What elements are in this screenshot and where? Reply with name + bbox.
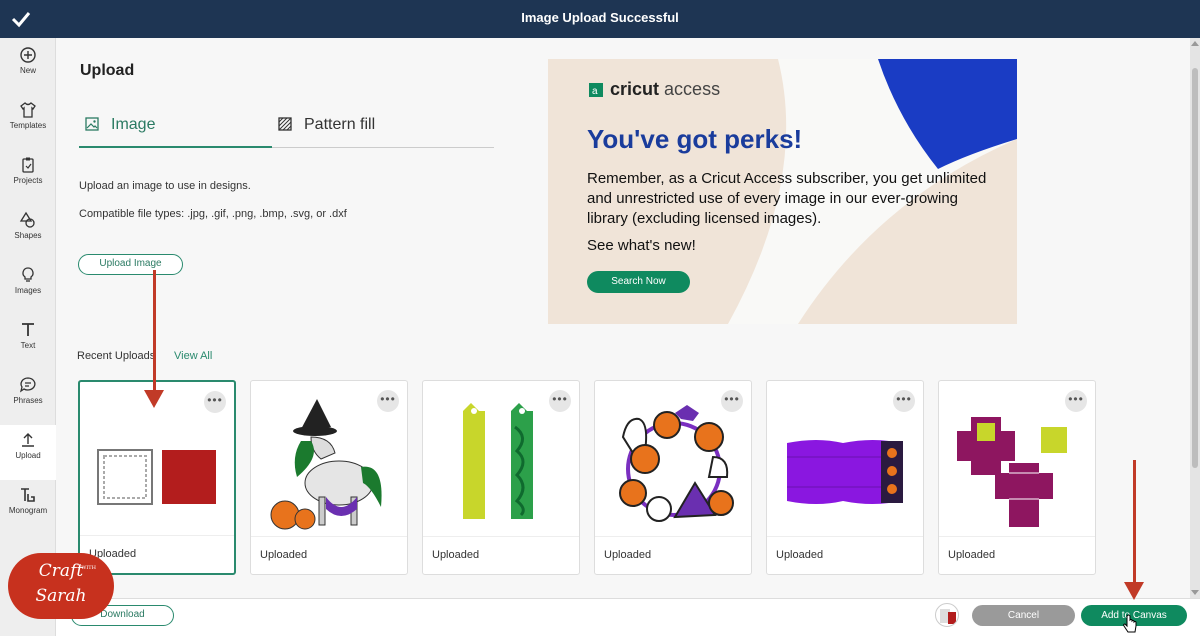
annotation-arrow-head [1124,582,1144,600]
tab-pattern-fill[interactable]: Pattern fill [272,112,494,148]
sidebar-item-shapes[interactable]: Shapes [0,205,56,260]
view-all-link[interactable]: View All [174,350,212,362]
tab-image[interactable]: Image [79,112,272,148]
left-sidebar: New Templates Projects Shapes Images Tex… [0,38,56,636]
upload-image-button[interactable]: Upload Image [78,254,183,275]
upload-card[interactable]: ••• Uploaded [422,380,580,575]
card-thumbnail [957,417,1067,527]
craft-with-sarah-watermark: Craft WITH Sarah [8,553,114,619]
upload-card[interactable]: ••• Uploaded [594,380,752,575]
sidebar-item-upload[interactable]: Upload [0,425,56,480]
lightbulb-icon [22,267,34,282]
upload-card[interactable]: ••• Uploaded [938,380,1096,575]
cricut-access-logo: cricut access [610,79,721,99]
card-thumbnail [97,449,216,505]
scroll-down-icon[interactable] [1191,590,1199,595]
top-bar: Image Upload Successful [0,0,1200,38]
annotation-arrow-shaft [1133,460,1136,584]
upload-card[interactable]: ••• Uploaded [766,380,924,575]
sidebar-item-label: New [19,66,36,75]
scroll-thumb[interactable] [1192,68,1198,468]
cancel-button[interactable]: Cancel [972,605,1075,626]
plus-circle-icon [20,47,36,63]
clipboard-icon [22,157,34,173]
page-title: Image Upload Successful [521,10,679,25]
upload-card[interactable]: ••• Uploaded [250,380,408,575]
recent-uploads-title: Recent Uploads [77,350,156,362]
sidebar-item-images[interactable]: Images [0,260,56,315]
upload-card[interactable]: ••• Uploaded [78,380,236,575]
sidebar-item-label: Phrases [13,396,43,405]
search-now-button[interactable]: Search Now [587,271,690,293]
scroll-up-icon[interactable] [1191,41,1199,46]
sidebar-item-label: Templates [9,121,47,130]
card-thumbnail [787,440,903,504]
card-label: Uploaded [604,549,652,561]
shapes-icon [19,211,35,228]
main-scrollbar[interactable] [1190,38,1200,598]
pattern-icon [278,117,292,131]
cricut-access-banner: a cricut access You've got perks! Rememb… [548,59,1017,324]
monogram-icon [21,488,35,502]
image-icon [85,117,99,131]
sidebar-item-projects[interactable]: Projects [0,150,56,205]
sidebar-item-label: Projects [13,176,43,185]
tab-label: Image [111,116,156,133]
cricut-access-logo-icon: a [589,83,603,97]
card-label: Uploaded [432,549,480,561]
sidebar-item-new[interactable]: New [0,40,56,95]
annotation-arrow-shaft [153,270,156,392]
sidebar-item-phrases[interactable]: Phrases [0,370,56,425]
text-icon [22,323,34,336]
card-thumbnail [619,405,734,522]
upload-heading: Upload [80,62,135,79]
sidebar-item-monogram[interactable]: Monogram [0,480,56,535]
tab-label: Pattern fill [304,116,376,133]
card-thumbnail [463,403,533,519]
svg-text:a: a [592,86,598,97]
banner-heading: You've got perks! [587,124,803,154]
upload-icon [22,433,34,447]
compatible-file-types: Compatible file types: .jpg, .gif, .png,… [79,208,347,220]
hand-cursor-icon [1123,614,1137,633]
sidebar-item-label: Images [14,286,42,295]
mat-preview-icon[interactable] [935,603,959,627]
card-label: Uploaded [776,549,824,561]
speech-bubble-icon [19,377,36,393]
tshirt-icon [20,102,36,118]
banner-body: Remember, as a Cricut Access subscriber,… [587,170,987,227]
sidebar-item-label: Shapes [14,231,42,240]
card-thumbnail [270,399,382,530]
banner-whats-new: See what's new! [587,237,696,254]
sidebar-item-label: Upload [15,451,41,460]
card-label: Uploaded [948,549,996,561]
sidebar-item-label: Text [20,341,36,350]
upload-description: Upload an image to use in designs. [79,180,251,192]
sidebar-item-text[interactable]: Text [0,315,56,370]
sidebar-item-templates[interactable]: Templates [0,95,56,150]
annotation-arrow-head [144,390,164,408]
sidebar-item-label: Monogram [8,506,48,515]
card-label: Uploaded [260,549,308,561]
